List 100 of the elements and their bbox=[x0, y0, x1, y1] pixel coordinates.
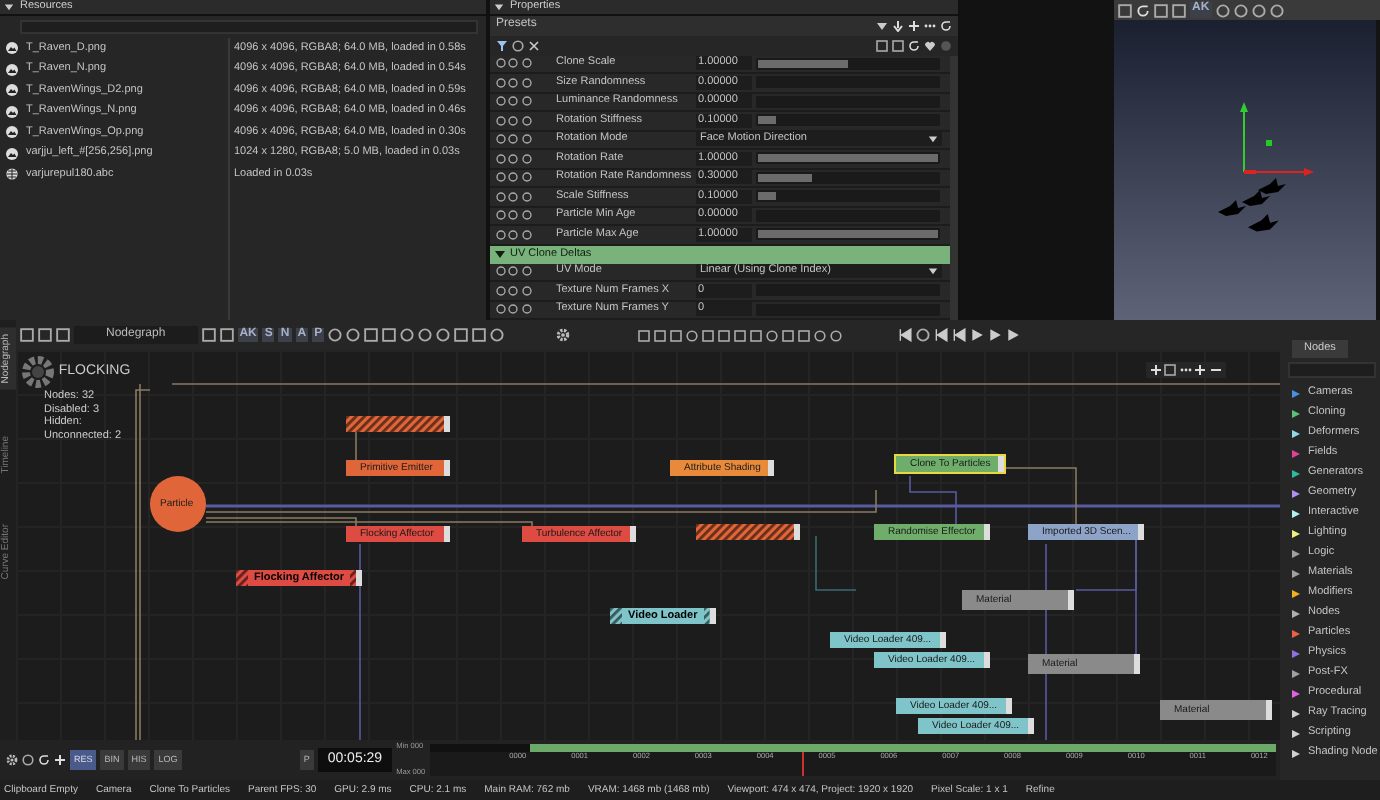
circle-icon[interactable] bbox=[521, 115, 532, 126]
circle-icon[interactable] bbox=[496, 266, 506, 277]
square-icon[interactable] bbox=[876, 39, 888, 52]
circle-icon[interactable] bbox=[508, 58, 519, 69]
close-icon[interactable] bbox=[528, 39, 540, 52]
more-icon[interactable] bbox=[1179, 364, 1192, 376]
circle-icon[interactable] bbox=[521, 229, 532, 240]
square-icon[interactable] bbox=[56, 328, 70, 342]
square-icon[interactable] bbox=[654, 329, 667, 341]
square-icon[interactable] bbox=[454, 328, 469, 342]
circle-icon[interactable] bbox=[521, 266, 532, 277]
circle-icon[interactable] bbox=[512, 39, 524, 52]
circle-icon[interactable] bbox=[496, 191, 506, 202]
circle-icon[interactable] bbox=[508, 304, 519, 315]
caret-icon[interactable] bbox=[4, 2, 14, 12]
circle-icon[interactable] bbox=[418, 328, 433, 342]
refresh-icon[interactable] bbox=[1136, 3, 1150, 17]
circle-icon[interactable] bbox=[496, 210, 506, 221]
square-icon[interactable] bbox=[892, 39, 904, 52]
circle-icon[interactable] bbox=[521, 172, 532, 183]
plus-icon[interactable] bbox=[908, 19, 920, 32]
square-icon[interactable] bbox=[1154, 3, 1168, 17]
plus-icon[interactable] bbox=[1150, 364, 1162, 376]
circle-icon[interactable] bbox=[521, 77, 532, 88]
circle-icon[interactable] bbox=[508, 77, 519, 88]
caret-icon[interactable] bbox=[494, 1, 504, 12]
square-icon[interactable] bbox=[670, 329, 683, 341]
circle-icon[interactable] bbox=[521, 285, 532, 296]
circle-icon[interactable] bbox=[521, 191, 532, 202]
circle-icon[interactable] bbox=[508, 172, 519, 183]
more-icon[interactable] bbox=[924, 19, 936, 32]
square-icon[interactable] bbox=[38, 328, 52, 342]
square-icon[interactable] bbox=[1118, 3, 1132, 17]
circle-icon[interactable] bbox=[496, 285, 506, 296]
square-icon[interactable] bbox=[702, 329, 715, 341]
circle-icon[interactable] bbox=[1251, 3, 1266, 17]
square-icon[interactable] bbox=[219, 328, 234, 342]
circle-icon[interactable] bbox=[508, 134, 519, 145]
square-icon[interactable] bbox=[782, 329, 795, 341]
circle-icon[interactable] bbox=[521, 153, 532, 164]
circle-icon[interactable] bbox=[490, 328, 505, 342]
minus-icon[interactable] bbox=[1209, 364, 1221, 376]
circle-icon[interactable] bbox=[496, 58, 506, 69]
refresh-icon[interactable] bbox=[908, 39, 920, 52]
plus-icon[interactable] bbox=[1194, 364, 1207, 376]
circle-icon[interactable] bbox=[521, 96, 532, 107]
circle-icon[interactable] bbox=[521, 304, 532, 315]
square-icon[interactable] bbox=[382, 328, 397, 342]
circle-icon[interactable] bbox=[496, 96, 506, 107]
download-icon[interactable] bbox=[892, 19, 904, 32]
heart-icon[interactable] bbox=[924, 39, 936, 52]
plus-icon[interactable] bbox=[54, 754, 66, 766]
circle-icon[interactable] bbox=[496, 77, 506, 88]
circle-icon[interactable] bbox=[1233, 3, 1248, 17]
circle-icon[interactable] bbox=[508, 210, 519, 221]
circle-icon[interactable] bbox=[916, 328, 931, 342]
circle-icon[interactable] bbox=[496, 304, 506, 315]
square-icon[interactable] bbox=[734, 329, 747, 341]
circle-icon[interactable] bbox=[686, 329, 699, 341]
circle-icon[interactable] bbox=[521, 210, 532, 221]
circle-icon[interactable] bbox=[436, 328, 451, 342]
square-icon[interactable] bbox=[201, 328, 216, 342]
square-icon[interactable] bbox=[472, 328, 487, 342]
circle-icon[interactable] bbox=[1215, 3, 1230, 17]
square-icon[interactable] bbox=[798, 329, 811, 341]
filter-icon[interactable] bbox=[496, 39, 508, 52]
circle-icon[interactable] bbox=[496, 172, 506, 183]
circle-icon[interactable] bbox=[508, 115, 519, 126]
skip-back-icon[interactable] bbox=[952, 328, 967, 342]
skip-back-icon[interactable] bbox=[898, 328, 913, 342]
settings-icon[interactable] bbox=[556, 328, 571, 342]
circle-icon[interactable] bbox=[508, 96, 519, 107]
circle-icon[interactable] bbox=[508, 266, 519, 277]
square-icon[interactable] bbox=[750, 329, 763, 341]
skip-back-icon[interactable] bbox=[934, 328, 949, 342]
square-icon[interactable] bbox=[718, 329, 731, 341]
circle-icon[interactable] bbox=[508, 153, 519, 164]
circle-icon[interactable] bbox=[22, 754, 34, 766]
caret-icon[interactable] bbox=[876, 19, 888, 32]
circle-icon[interactable] bbox=[508, 191, 519, 202]
settings-icon[interactable] bbox=[6, 754, 18, 766]
refresh-icon[interactable] bbox=[38, 754, 50, 766]
circle-icon[interactable] bbox=[814, 329, 827, 341]
circle-icon[interactable] bbox=[766, 329, 779, 341]
circle-icon[interactable] bbox=[830, 329, 843, 341]
circle-icon[interactable] bbox=[346, 328, 361, 342]
circle-icon[interactable] bbox=[508, 285, 519, 296]
square-icon[interactable] bbox=[364, 328, 379, 342]
circle-icon[interactable] bbox=[1269, 3, 1284, 17]
square-icon[interactable] bbox=[638, 329, 651, 341]
circle-icon[interactable] bbox=[496, 153, 506, 164]
circle-icon[interactable] bbox=[400, 328, 415, 342]
circle-icon[interactable] bbox=[496, 134, 506, 145]
circle-icon[interactable] bbox=[328, 328, 343, 342]
refresh-icon[interactable] bbox=[940, 19, 952, 32]
circle-icon[interactable] bbox=[496, 115, 506, 126]
square-icon[interactable] bbox=[1164, 364, 1177, 376]
circle-icon[interactable] bbox=[508, 229, 519, 240]
circle-icon[interactable] bbox=[521, 134, 532, 145]
square-icon[interactable] bbox=[1172, 3, 1186, 17]
